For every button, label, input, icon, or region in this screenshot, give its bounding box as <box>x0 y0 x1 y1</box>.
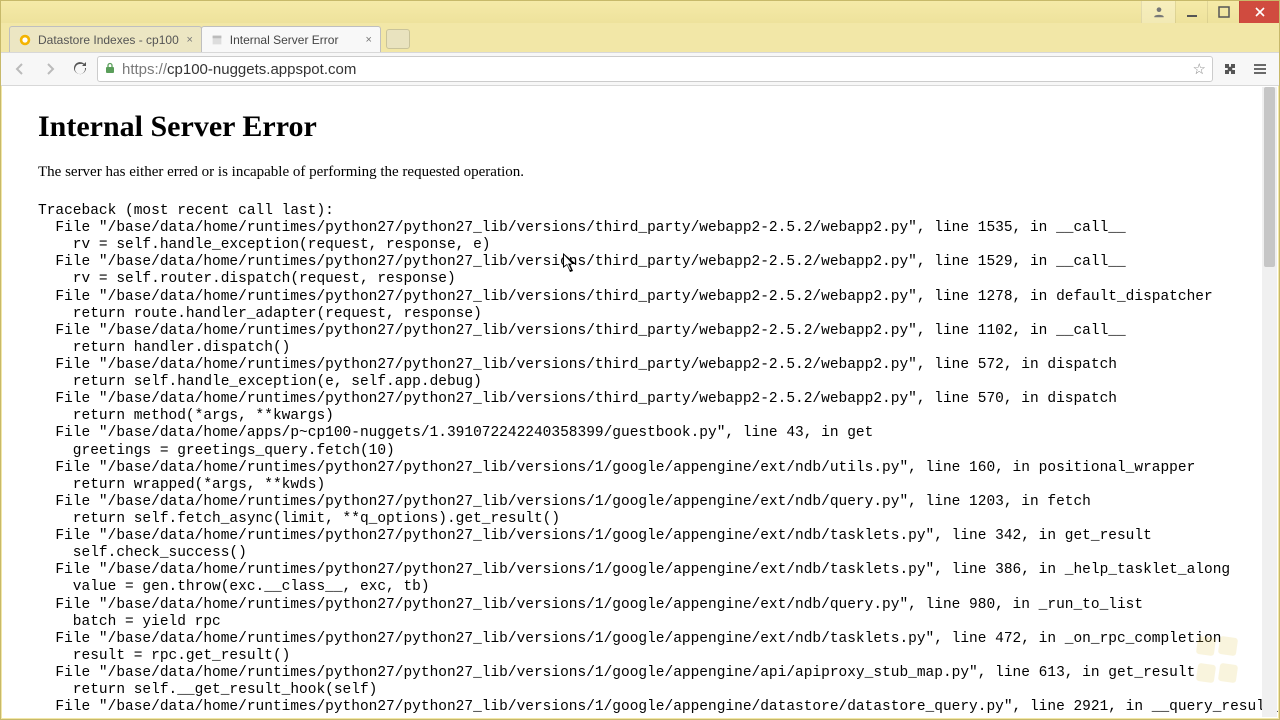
vertical-scrollbar[interactable] <box>1262 87 1277 717</box>
page-viewport: Internal Server Error The server has eit… <box>2 86 1278 718</box>
new-tab-button[interactable] <box>386 29 410 49</box>
close-window-button[interactable] <box>1239 1 1279 23</box>
tab-close-button[interactable]: × <box>362 33 376 47</box>
tab-label: Internal Server Error <box>230 33 358 47</box>
page-title: Internal Server Error <box>38 110 1242 144</box>
maximize-button[interactable] <box>1207 1 1239 23</box>
tab-datastore-indexes[interactable]: Datastore Indexes - cp100 × <box>9 26 202 52</box>
back-button[interactable] <box>7 56 33 82</box>
bookmark-star-button[interactable]: ☆ <box>1193 60 1206 78</box>
tab-strip: Datastore Indexes - cp100 × Internal Ser… <box>1 23 1279 52</box>
tab-close-button[interactable]: × <box>183 33 197 47</box>
menu-button[interactable] <box>1247 56 1273 82</box>
extension-button[interactable] <box>1217 56 1243 82</box>
window-titlebar <box>1 1 1279 23</box>
arrow-left-icon <box>12 61 28 77</box>
user-icon <box>1152 5 1166 19</box>
forward-button[interactable] <box>37 56 63 82</box>
tab-internal-server-error[interactable]: Internal Server Error × <box>201 26 381 52</box>
traceback: Traceback (most recent call last): File … <box>38 203 1242 716</box>
favicon-icon <box>210 33 224 47</box>
minimize-button[interactable] <box>1175 1 1207 23</box>
url-text: https://cp100-nuggets.appspot.com <box>122 61 1187 78</box>
maximize-icon <box>1218 6 1230 18</box>
close-icon <box>1254 6 1266 18</box>
lock-icon <box>104 62 116 77</box>
reload-icon <box>72 61 88 77</box>
favicon-icon <box>18 33 32 47</box>
watermark <box>1195 635 1239 689</box>
titlebar-spacer <box>1 1 1141 23</box>
browser-toolbar: https://cp100-nuggets.appspot.com ☆ <box>1 52 1279 86</box>
minimize-icon <box>1186 6 1198 18</box>
reload-button[interactable] <box>67 56 93 82</box>
user-menu-button[interactable] <box>1141 1 1175 23</box>
hamburger-icon <box>1252 61 1268 77</box>
arrow-right-icon <box>42 61 58 77</box>
error-page: Internal Server Error The server has eit… <box>2 86 1278 718</box>
tab-label: Datastore Indexes - cp100 <box>38 33 179 47</box>
address-bar[interactable]: https://cp100-nuggets.appspot.com ☆ <box>97 56 1213 82</box>
scrollbar-thumb[interactable] <box>1264 87 1275 267</box>
error-message: The server has either erred or is incapa… <box>38 164 1242 181</box>
puzzle-icon <box>1222 61 1238 77</box>
